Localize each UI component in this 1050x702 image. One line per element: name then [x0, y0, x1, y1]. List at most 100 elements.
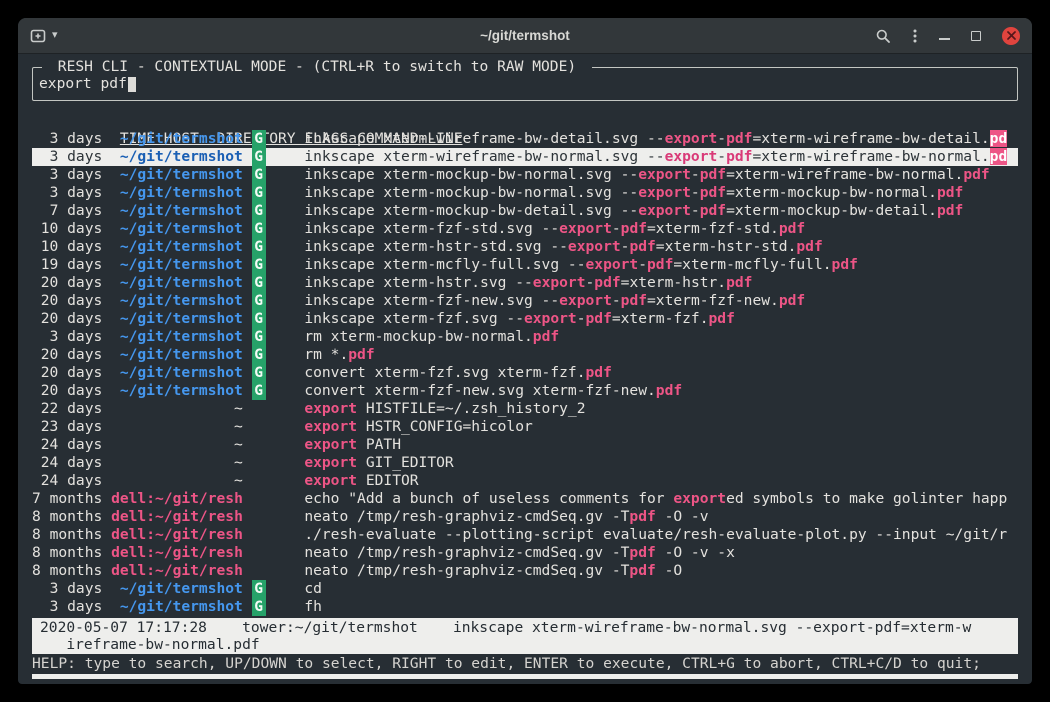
history-row[interactable]: 22 days~export HISTFILE=~/.zsh_history_2: [32, 400, 1018, 418]
titlebar[interactable]: ▾ ~/git/termshot: [18, 18, 1032, 54]
command-match-text: pdf: [700, 166, 726, 183]
row-command: inkscape xterm-hstr.svg --export-pdf=xte…: [304, 274, 1018, 292]
row-command: cd: [304, 580, 1018, 598]
row-command: inkscape xterm-fzf-new.svg --export-pdf=…: [304, 292, 1018, 310]
row-time: 8 months: [32, 526, 102, 544]
history-row[interactable]: 20 days~/git/termshotGconvert xterm-fzf-…: [32, 382, 1018, 400]
history-row[interactable]: 3 days~/git/termshotGinkscape xterm-mock…: [32, 166, 1018, 184]
menu-button[interactable]: [912, 28, 918, 44]
command-text: -: [577, 310, 586, 327]
row-host: dell:~/git/resh: [111, 490, 243, 508]
history-row[interactable]: 24 days~export EDITOR: [32, 472, 1018, 490]
git-flag-badge: G: [252, 364, 266, 382]
history-row[interactable]: 20 days~/git/termshotGrm *.pdf: [32, 346, 1018, 364]
history-list: 3 days~/git/termshotGinkscape xterm-wire…: [32, 130, 1018, 616]
command-text: HISTFILE=~/.zsh_history_2: [357, 400, 585, 417]
command-match-text: pdf: [709, 310, 735, 327]
history-row[interactable]: 7 monthsdell:~/git/reshecho "Add a bunch…: [32, 490, 1018, 508]
history-row[interactable]: 8 monthsdell:~/git/reshneato /tmp/resh-g…: [32, 562, 1018, 580]
command-text: =xterm-hstr.: [621, 274, 726, 291]
git-flag-badge: G: [252, 130, 266, 148]
row-host: dell:~/git/resh: [111, 544, 243, 562]
command-text: convert xterm-fzf.svg xterm-fzf.: [304, 364, 585, 381]
restore-button[interactable]: [971, 31, 981, 41]
history-row[interactable]: 3 days~/git/termshotGcd: [32, 580, 1018, 598]
row-host: ~/git/termshot: [111, 346, 243, 364]
command-text: rm *.: [304, 346, 348, 363]
history-row[interactable]: 3 days~/git/termshotGinkscape xterm-mock…: [32, 184, 1018, 202]
history-row[interactable]: 3 days~/git/termshotGinkscape xterm-wire…: [32, 130, 1018, 148]
command-match-text: export: [586, 256, 639, 273]
command-text: =xterm-mockup-bw-normal.: [726, 184, 937, 201]
history-row[interactable]: 10 days~/git/termshotGinkscape xterm-fzf…: [32, 220, 1018, 238]
history-row[interactable]: 20 days~/git/termshotGinkscape xterm-fzf…: [32, 292, 1018, 310]
row-flags: G: [252, 328, 305, 346]
command-text: inkscape xterm-hstr-std.svg --: [304, 238, 568, 255]
search-input[interactable]: export pdf: [39, 75, 1011, 93]
history-row[interactable]: 3 days~/git/termshotGinkscape xterm-wire…: [32, 148, 1018, 166]
row-command: fh: [304, 598, 1018, 616]
git-flag-badge: G: [252, 598, 266, 616]
git-flag-badge: G: [252, 166, 266, 184]
command-match-text: pdf: [656, 382, 682, 399]
selected-command-detail: 2020-05-07 17:17:28 tower:~/git/termshot…: [32, 618, 1018, 654]
row-command: ./resh-evaluate --plotting-script evalua…: [304, 526, 1018, 544]
search-button[interactable]: [875, 28, 891, 44]
row-flags: G: [252, 238, 305, 256]
history-row[interactable]: 20 days~/git/termshotGconvert xterm-fzf.…: [32, 364, 1018, 382]
command-text: inkscape xterm-mockup-bw-detail.svg --: [304, 202, 638, 219]
search-icon: [875, 28, 891, 44]
history-row[interactable]: 10 days~/git/termshotGinkscape xterm-hst…: [32, 238, 1018, 256]
history-row[interactable]: 7 days~/git/termshotGinkscape xterm-mock…: [32, 202, 1018, 220]
history-row[interactable]: 8 monthsdell:~/git/resh./resh-evaluate -…: [32, 526, 1018, 544]
history-row[interactable]: 3 days ~/git/termshot Gfh: [32, 598, 1018, 616]
row-host: ~/git/termshot: [111, 598, 243, 616]
git-flag-badge: G: [252, 148, 266, 166]
detail-line: ireframe-bw-normal.pdf: [40, 636, 1010, 653]
command-match-text: export: [524, 310, 577, 327]
history-row[interactable]: 19 days~/git/termshotGinkscape xterm-mcf…: [32, 256, 1018, 274]
command-match-text: export: [665, 130, 718, 147]
history-row[interactable]: 23 days~export HSTR_CONFIG=hicolor: [32, 418, 1018, 436]
row-flags: G: [252, 310, 305, 328]
history-row[interactable]: 20 days~/git/termshotGinkscape xterm-fzf…: [32, 310, 1018, 328]
row-time: 3 days: [32, 166, 102, 184]
close-button[interactable]: [1002, 27, 1020, 45]
history-row[interactable]: 20 days~/git/termshotGinkscape xterm-hst…: [32, 274, 1018, 292]
row-command: export PATH: [304, 436, 1018, 454]
command-text: =xterm-wireframe-bw-normal.: [726, 166, 963, 183]
history-row[interactable]: 24 days~export PATH: [32, 436, 1018, 454]
command-match-text: pdf: [348, 346, 374, 363]
row-flags: G: [252, 580, 305, 598]
menu-kebab-icon: [912, 28, 918, 44]
git-flag-badge: G: [252, 238, 266, 256]
history-row[interactable]: 3 days~/git/termshotGrm xterm-mockup-bw-…: [32, 328, 1018, 346]
history-row[interactable]: 8 monthsdell:~/git/reshneato /tmp/resh-g…: [32, 508, 1018, 526]
row-time: 20 days: [32, 292, 102, 310]
new-tab-button[interactable]: [30, 28, 46, 44]
row-time: 3 days: [32, 184, 102, 202]
command-match-text: export: [559, 292, 612, 309]
tab-dropdown-button[interactable]: ▾: [52, 30, 58, 41]
command-match-text: export: [638, 166, 691, 183]
minimize-button[interactable]: [939, 31, 950, 40]
history-row[interactable]: 24 days~export GIT_EDITOR: [32, 454, 1018, 472]
command-match-text: pdf: [832, 256, 858, 273]
command-match-text: export: [304, 418, 357, 435]
command-match-text: export: [568, 238, 621, 255]
row-time: 24 days: [32, 454, 102, 472]
history-row[interactable]: 8 monthsdell:~/git/reshneato /tmp/resh-g…: [32, 544, 1018, 562]
close-icon: [1002, 27, 1020, 45]
row-command: echo "Add a bunch of useless comments fo…: [304, 490, 1018, 508]
command-text: -: [717, 148, 726, 165]
detail-line: 2020-05-07 17:17:28 tower:~/git/termshot…: [40, 619, 1010, 636]
row-flags: [252, 544, 305, 562]
command-match-text: pdf: [647, 256, 673, 273]
command-match-text: export: [673, 490, 726, 507]
row-command: convert xterm-fzf.svg xterm-fzf.pdf: [304, 364, 1018, 382]
bottom-strip: [32, 674, 1018, 679]
row-flags: [252, 454, 305, 472]
row-time: 3 days: [32, 598, 102, 616]
row-flags: G: [252, 364, 305, 382]
table-header: TIME HOST: DIRECTORY FLAGS COMMAND-LINE: [32, 112, 1018, 130]
